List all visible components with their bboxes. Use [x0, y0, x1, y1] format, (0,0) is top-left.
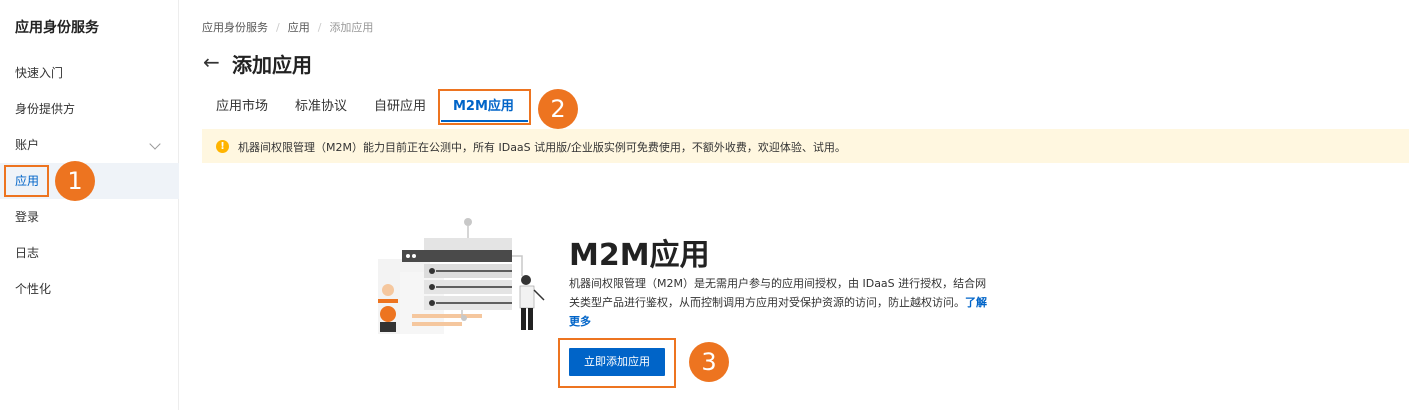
breadcrumb-current: 添加应用 [329, 21, 374, 34]
breadcrumb-separator: / [276, 21, 280, 34]
sidebar-item-accounts[interactable]: 账户 [0, 127, 179, 163]
sidebar-item-label: 日志 [15, 246, 40, 260]
sidebar-item-personalization[interactable]: 个性化 [0, 271, 179, 307]
sidebar-item-label: 快速入门 [15, 66, 64, 80]
annotation-badge-2: 2 [538, 89, 578, 129]
tab-app-market[interactable]: 应用市场 [216, 93, 268, 121]
breadcrumb-item[interactable]: 应用身份服务 [202, 21, 268, 34]
m2m-description: 机器间权限管理（M2M）是无需用户参与的应用间授权，由 IDaaS 进行授权，结… [569, 274, 987, 331]
chevron-down-icon [149, 138, 161, 150]
sidebar-item-label: 个性化 [15, 282, 52, 296]
notice-bar: ! 机器间权限管理（M2M）能力目前正在公测中，所有 IDaaS 试用版/企业版… [202, 129, 1409, 163]
m2m-illustration [378, 218, 545, 334]
annotation-badge-1: 1 [55, 161, 95, 201]
tab-custom-app[interactable]: 自研应用 [374, 93, 426, 121]
highlight-box-1 [4, 165, 49, 197]
warning-icon: ! [216, 140, 229, 153]
sidebar-title: 应用身份服务 [15, 20, 99, 36]
notice-text: 机器间权限管理（M2M）能力目前正在公测中，所有 IDaaS 试用版/企业版实例… [238, 141, 846, 154]
m2m-title: M2M应用 [569, 238, 710, 273]
highlight-box-2 [438, 89, 531, 125]
back-arrow-icon[interactable]: ← [203, 50, 220, 74]
sidebar-item-login[interactable]: 登录 [0, 199, 179, 235]
sidebar-item-idp[interactable]: 身份提供方 [0, 91, 179, 127]
sidebar: 应用身份服务 快速入门 身份提供方 账户 应用 登录 日志 个性化 [0, 0, 179, 410]
sidebar-item-label: 登录 [15, 210, 40, 224]
annotation-badge-3: 3 [689, 342, 729, 382]
sidebar-item-label: 身份提供方 [15, 102, 76, 116]
breadcrumb-item[interactable]: 应用 [288, 21, 310, 34]
m2m-description-text: 机器间权限管理（M2M）是无需用户参与的应用间授权，由 IDaaS 进行授权，结… [569, 277, 987, 309]
highlight-box-3 [558, 338, 676, 388]
sidebar-item-quickstart[interactable]: 快速入门 [0, 55, 179, 91]
breadcrumb: 应用身份服务 / 应用 / 添加应用 [202, 19, 373, 35]
page-title: 添加应用 [232, 53, 312, 77]
sidebar-item-label: 账户 [15, 138, 40, 152]
breadcrumb-separator: / [317, 21, 322, 34]
sidebar-item-logs[interactable]: 日志 [0, 235, 179, 271]
tab-standard-protocol[interactable]: 标准协议 [295, 93, 347, 121]
